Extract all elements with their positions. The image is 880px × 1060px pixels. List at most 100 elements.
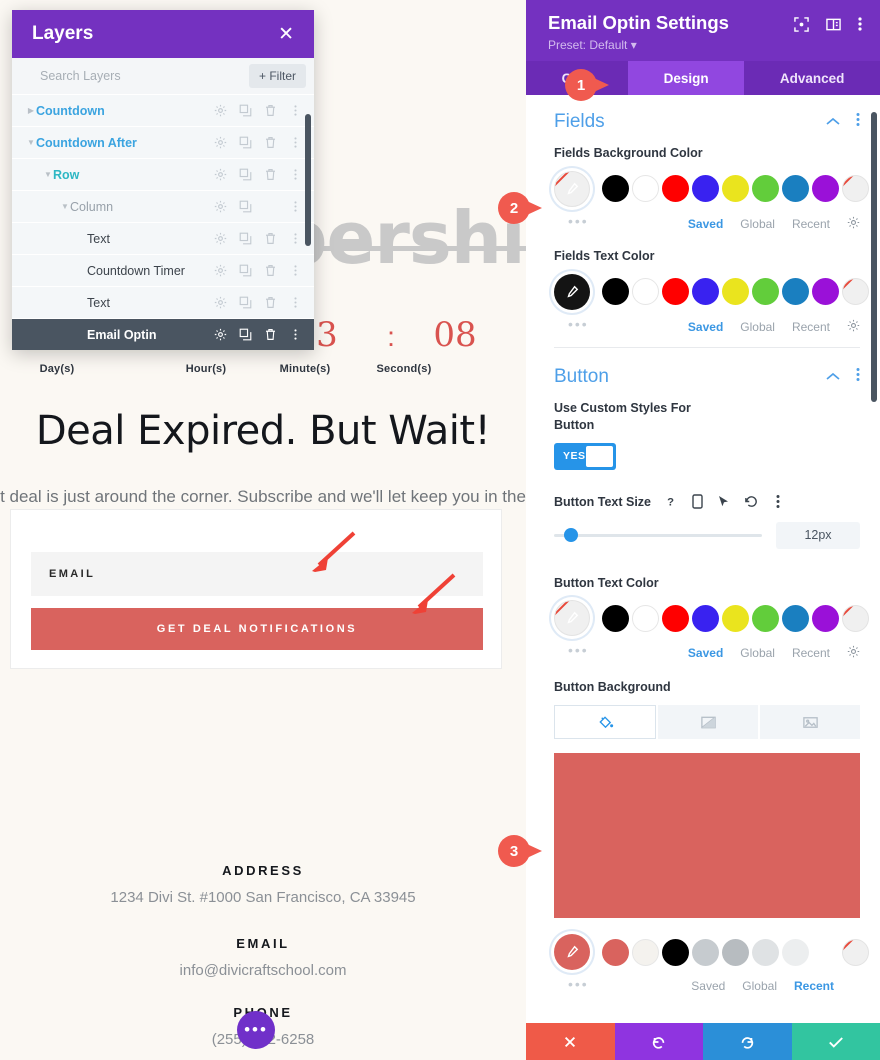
color-picker-button[interactable] (554, 170, 590, 207)
gear-icon[interactable] (214, 328, 227, 341)
trash-icon[interactable] (264, 328, 277, 341)
more-vertical-icon[interactable] (289, 136, 302, 149)
swatch-teal[interactable] (782, 175, 809, 203)
swatch-white[interactable] (632, 175, 659, 203)
swatch-palegray[interactable] (752, 938, 779, 966)
preset-dropdown[interactable]: Preset: Default ▾ (548, 38, 729, 52)
swatch-purple[interactable] (812, 175, 839, 203)
gear-icon[interactable] (214, 296, 227, 309)
global-tab[interactable]: Global (740, 646, 775, 660)
gear-icon[interactable] (847, 645, 860, 661)
saved-tab[interactable]: Saved (688, 320, 723, 334)
more-vertical-icon[interactable] (289, 200, 302, 213)
save-button[interactable] (791, 1023, 880, 1060)
swatch-teal[interactable] (782, 604, 809, 632)
tab-advanced[interactable]: Advanced (744, 61, 880, 95)
swatch-teal[interactable] (782, 278, 809, 306)
reset-icon[interactable] (743, 494, 759, 510)
swatch-red[interactable] (662, 604, 689, 632)
layout-icon[interactable] (826, 17, 841, 37)
button-text-size-slider[interactable] (554, 528, 762, 542)
trash-icon[interactable] (264, 264, 277, 277)
recent-tab[interactable]: Recent (792, 320, 830, 334)
saved-tab[interactable]: Saved (691, 979, 725, 993)
more-vertical-icon[interactable] (289, 328, 302, 341)
recent-tab[interactable]: Recent (792, 217, 830, 231)
layers-scrollbar[interactable] (305, 114, 311, 246)
duplicate-icon[interactable] (239, 264, 252, 277)
swatch-blue[interactable] (692, 604, 719, 632)
trash-icon[interactable] (264, 168, 277, 181)
gear-icon[interactable] (847, 216, 860, 232)
layer-row-text[interactable]: Text (12, 223, 314, 254)
expand-caret-icon[interactable]: ▼ (43, 170, 53, 179)
swatch-coral[interactable] (602, 938, 629, 966)
swatch-transparent[interactable] (842, 938, 869, 966)
gradient-icon[interactable] (658, 705, 758, 740)
swatch-green[interactable] (752, 604, 779, 632)
recent-tab[interactable]: Recent (794, 979, 834, 993)
more-vertical-icon[interactable] (856, 367, 860, 387)
layer-row-email-optin[interactable]: Email Optin (12, 319, 314, 350)
button-background-color-preview[interactable] (554, 753, 860, 919)
swatch-blue[interactable] (692, 175, 719, 203)
tab-design[interactable]: Design (627, 61, 745, 95)
email-input[interactable]: EMAIL (31, 552, 483, 596)
swatch-black[interactable] (662, 938, 689, 966)
gear-icon[interactable] (214, 104, 227, 117)
saved-tab[interactable]: Saved (688, 217, 723, 231)
expand-caret-icon[interactable]: ▼ (26, 138, 36, 147)
swatch-nearwhite[interactable] (782, 938, 809, 966)
gear-icon[interactable] (214, 232, 227, 245)
saved-tab[interactable]: Saved (688, 646, 723, 660)
swatch-offwhite[interactable] (632, 938, 659, 966)
search-input[interactable]: Search Layers (40, 69, 121, 83)
settings-scrollbar[interactable] (871, 112, 877, 402)
undo-button[interactable] (614, 1023, 703, 1060)
layer-row-text[interactable]: Text (12, 287, 314, 318)
fullscreen-icon[interactable] (794, 16, 809, 37)
close-icon[interactable]: ✕ (278, 25, 294, 44)
duplicate-icon[interactable] (239, 136, 252, 149)
redo-button[interactable] (703, 1023, 792, 1060)
more-vertical-icon[interactable] (289, 264, 302, 277)
cursor-icon[interactable] (716, 494, 732, 510)
paint-bucket-icon[interactable] (554, 705, 656, 740)
trash-icon[interactable] (264, 136, 277, 149)
image-icon[interactable] (760, 705, 860, 740)
trash-icon[interactable] (264, 104, 277, 117)
layer-row-column[interactable]: ▼ Column (12, 191, 314, 222)
more-vertical-icon[interactable] (858, 16, 862, 37)
swatch-transparent[interactable] (842, 278, 869, 306)
duplicate-icon[interactable] (239, 104, 252, 117)
get-deal-notifications-button[interactable]: GET DEAL NOTIFICATIONS (31, 608, 483, 650)
more-vertical-icon[interactable] (289, 168, 302, 181)
help-icon[interactable]: ? (662, 494, 678, 510)
swatch-transparent[interactable] (842, 604, 869, 632)
cancel-button[interactable] (526, 1023, 615, 1060)
duplicate-icon[interactable] (239, 168, 252, 181)
swatch-yellow[interactable] (722, 278, 749, 306)
gear-icon[interactable] (214, 264, 227, 277)
swatch-yellow[interactable] (722, 175, 749, 203)
more-vertical-icon[interactable] (289, 232, 302, 245)
use-custom-styles-toggle[interactable]: YES (554, 442, 616, 470)
color-picker-button[interactable] (554, 273, 590, 310)
swatch-transparent[interactable] (842, 175, 869, 203)
global-tab[interactable]: Global (742, 979, 777, 993)
button-text-size-value[interactable]: 12px (776, 521, 860, 549)
filter-button[interactable]: + Filter (248, 64, 306, 88)
gear-icon[interactable] (847, 319, 860, 335)
swatch-red[interactable] (662, 175, 689, 203)
duplicate-icon[interactable] (239, 200, 252, 213)
swatch-green[interactable] (752, 278, 779, 306)
duplicate-icon[interactable] (239, 232, 252, 245)
expand-caret-icon[interactable]: ▶ (26, 106, 36, 115)
expand-caret-icon[interactable]: ▼ (60, 202, 70, 211)
more-vertical-icon[interactable] (289, 296, 302, 309)
gear-icon[interactable] (214, 200, 227, 213)
swatch-purple[interactable] (812, 278, 839, 306)
swatch-red[interactable] (662, 278, 689, 306)
swatch-yellow[interactable] (722, 604, 749, 632)
section-header-button[interactable]: Button (526, 356, 880, 400)
